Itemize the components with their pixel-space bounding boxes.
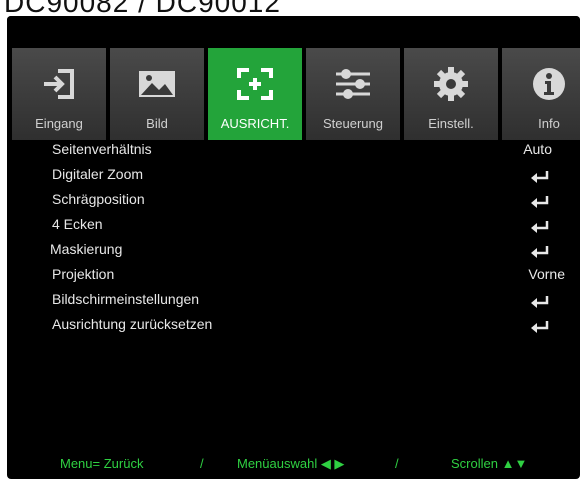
enter-icon bbox=[531, 171, 549, 183]
menu-item-bildschirmeinstellungen[interactable]: Bildschirmeinstellungen bbox=[7, 291, 580, 315]
sliders-icon bbox=[306, 66, 400, 102]
menu-item-4-ecken[interactable]: 4 Ecken bbox=[7, 216, 580, 240]
enter-icon bbox=[531, 296, 549, 308]
tab-label: Steuerung bbox=[323, 116, 383, 131]
enter-icon bbox=[531, 321, 549, 333]
tab-steuerung[interactable]: Steuerung bbox=[306, 48, 400, 140]
menu-item-ausrichtung-zuruecksetzen[interactable]: Ausrichtung zurücksetzen bbox=[7, 316, 580, 340]
osd-menu: Eingang Bild AUSRICHT. Steuerung Einstel… bbox=[7, 16, 580, 479]
tab-einstell[interactable]: Einstell. bbox=[404, 48, 498, 140]
footer-separator: / bbox=[200, 456, 204, 471]
menu-item-digitaler-zoom[interactable]: Digitaler Zoom bbox=[7, 166, 580, 190]
tab-label: Info bbox=[538, 116, 560, 131]
menu-item-label: Schrägposition bbox=[52, 191, 145, 207]
tab-info[interactable]: Info bbox=[502, 48, 580, 140]
tab-eingang[interactable]: Eingang bbox=[12, 48, 106, 140]
tab-label: Einstell. bbox=[428, 116, 474, 131]
menu-item-value: Vorne bbox=[528, 266, 565, 282]
info-icon bbox=[502, 66, 580, 102]
menu-item-label: Digitaler Zoom bbox=[52, 166, 144, 182]
menu-item-maskierung[interactable]: Maskierung bbox=[7, 241, 580, 265]
menu-item-label: Seitenverhältnis bbox=[52, 141, 152, 157]
menu-item-label: Ausrichtung zurücksetzen bbox=[52, 316, 213, 332]
image-icon bbox=[110, 66, 204, 102]
menu-item-seitenverhaeltnis[interactable]: Seitenverhältnis Auto bbox=[7, 141, 580, 165]
tab-bar: Eingang Bild AUSRICHT. Steuerung Einstel… bbox=[12, 48, 580, 140]
enter-icon bbox=[531, 196, 549, 208]
gear-icon bbox=[404, 66, 498, 102]
enter-icon bbox=[531, 221, 549, 233]
footer-hint-bar: Menu= Zurück / Menüauswahl ◀ ▶ / Scrolle… bbox=[7, 451, 580, 479]
alignment-icon bbox=[208, 66, 302, 102]
menu-item-label: Maskierung bbox=[50, 241, 123, 257]
menu-item-value: Auto bbox=[523, 141, 552, 157]
enter-icon bbox=[531, 246, 549, 258]
tab-bild[interactable]: Bild bbox=[110, 48, 204, 140]
tab-ausricht[interactable]: AUSRICHT. bbox=[208, 48, 302, 140]
menu-item-label: Bildschirmeinstellungen bbox=[52, 291, 200, 307]
input-icon bbox=[12, 66, 106, 102]
footer-scroll-hint: Scrollen ▲▼ bbox=[451, 456, 528, 471]
footer-back-hint: Menu= Zurück bbox=[60, 456, 144, 471]
footer-select-hint: Menüauswahl ◀ ▶ bbox=[237, 456, 345, 471]
menu-item-schraegposition[interactable]: Schrägposition bbox=[7, 191, 580, 215]
tab-label: Bild bbox=[146, 116, 168, 131]
menu-item-label: Projektion bbox=[52, 266, 115, 282]
menu-item-label: 4 Ecken bbox=[52, 216, 103, 232]
footer-separator: / bbox=[395, 456, 399, 471]
menu-item-projektion[interactable]: Projektion Vorne bbox=[7, 266, 580, 290]
osd-top-bar bbox=[7, 16, 580, 52]
tab-label: Eingang bbox=[35, 116, 83, 131]
tab-label: AUSRICHT. bbox=[220, 116, 290, 131]
